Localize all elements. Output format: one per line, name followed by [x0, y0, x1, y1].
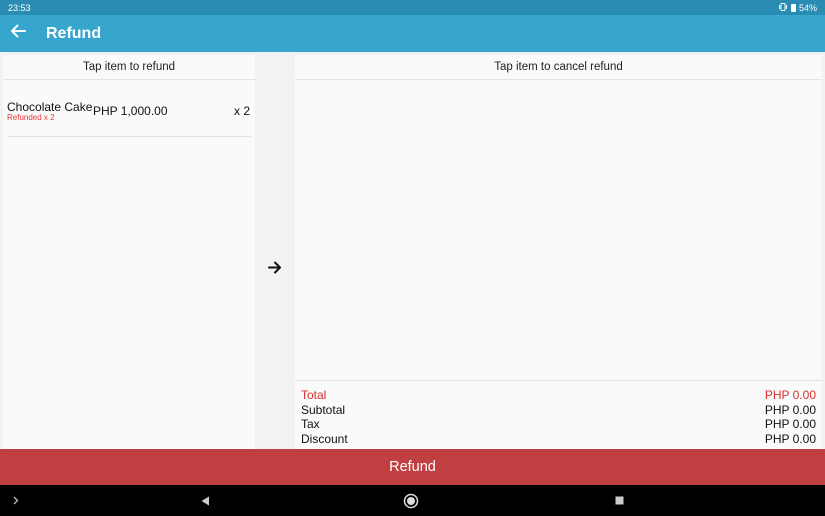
- status-icons: 54%: [778, 2, 817, 13]
- status-time: 23:53: [8, 2, 31, 13]
- move-to-refund-button[interactable]: [265, 260, 285, 280]
- transfer-column: [255, 55, 295, 449]
- status-bar: 23:53 54%: [0, 0, 825, 15]
- tax-value: PHP 0.00: [764, 417, 816, 431]
- total-label: Total: [301, 388, 327, 402]
- vibrate-icon: [778, 2, 788, 13]
- item-refunded-count: Refunded x 2: [7, 113, 55, 122]
- item-name: Chocolate Cake: [7, 100, 93, 114]
- discount-value: PHP 0.00: [764, 431, 816, 446]
- refund-summary: Total PHP 0.00 Subtotal PHP 0.00 Tax PHP…: [295, 380, 822, 449]
- chevron-right-icon[interactable]: [8, 485, 24, 516]
- app-bar: Refund: [0, 15, 825, 52]
- right-panel-header: Tap item to cancel refund: [295, 55, 822, 80]
- refund-items-panel: Tap item to cancel refund Total PHP 0.00…: [295, 55, 822, 449]
- left-panel-header: Tap item to refund: [3, 55, 255, 80]
- back-button[interactable]: [0, 15, 36, 52]
- recents-square-icon[interactable]: [610, 485, 628, 516]
- subtotal-row: Subtotal PHP 0.00: [301, 403, 816, 418]
- arrow-right-icon: [268, 261, 282, 279]
- arrow-left-icon: [10, 24, 26, 43]
- refund-button[interactable]: Refund: [0, 449, 825, 485]
- battery-icon: [790, 3, 796, 12]
- system-nav-bar: [0, 485, 825, 516]
- discount-label: Discount: [301, 431, 348, 446]
- item-quantity: x 2: [233, 104, 250, 118]
- tax-row: Tax PHP 0.00: [301, 417, 816, 432]
- item-price: PHP 1,000.00: [93, 104, 168, 118]
- tax-label: Tax: [301, 417, 320, 431]
- total-value: PHP 0.00: [764, 388, 816, 402]
- subtotal-value: PHP 0.00: [764, 402, 816, 417]
- battery-percent: 54%: [798, 2, 817, 13]
- discount-row: Discount PHP 0.00: [301, 432, 816, 447]
- refundable-items-panel: Tap item to refund Chocolate Cake Refund…: [3, 55, 255, 449]
- list-item[interactable]: Chocolate Cake Refunded x 2 PHP 1,000.00…: [7, 91, 251, 137]
- page-title: Refund: [46, 24, 102, 42]
- subtotal-label: Subtotal: [301, 402, 346, 417]
- back-triangle-icon[interactable]: [196, 485, 214, 516]
- home-circle-icon[interactable]: [402, 485, 420, 516]
- total-row: Total PHP 0.00: [301, 388, 816, 403]
